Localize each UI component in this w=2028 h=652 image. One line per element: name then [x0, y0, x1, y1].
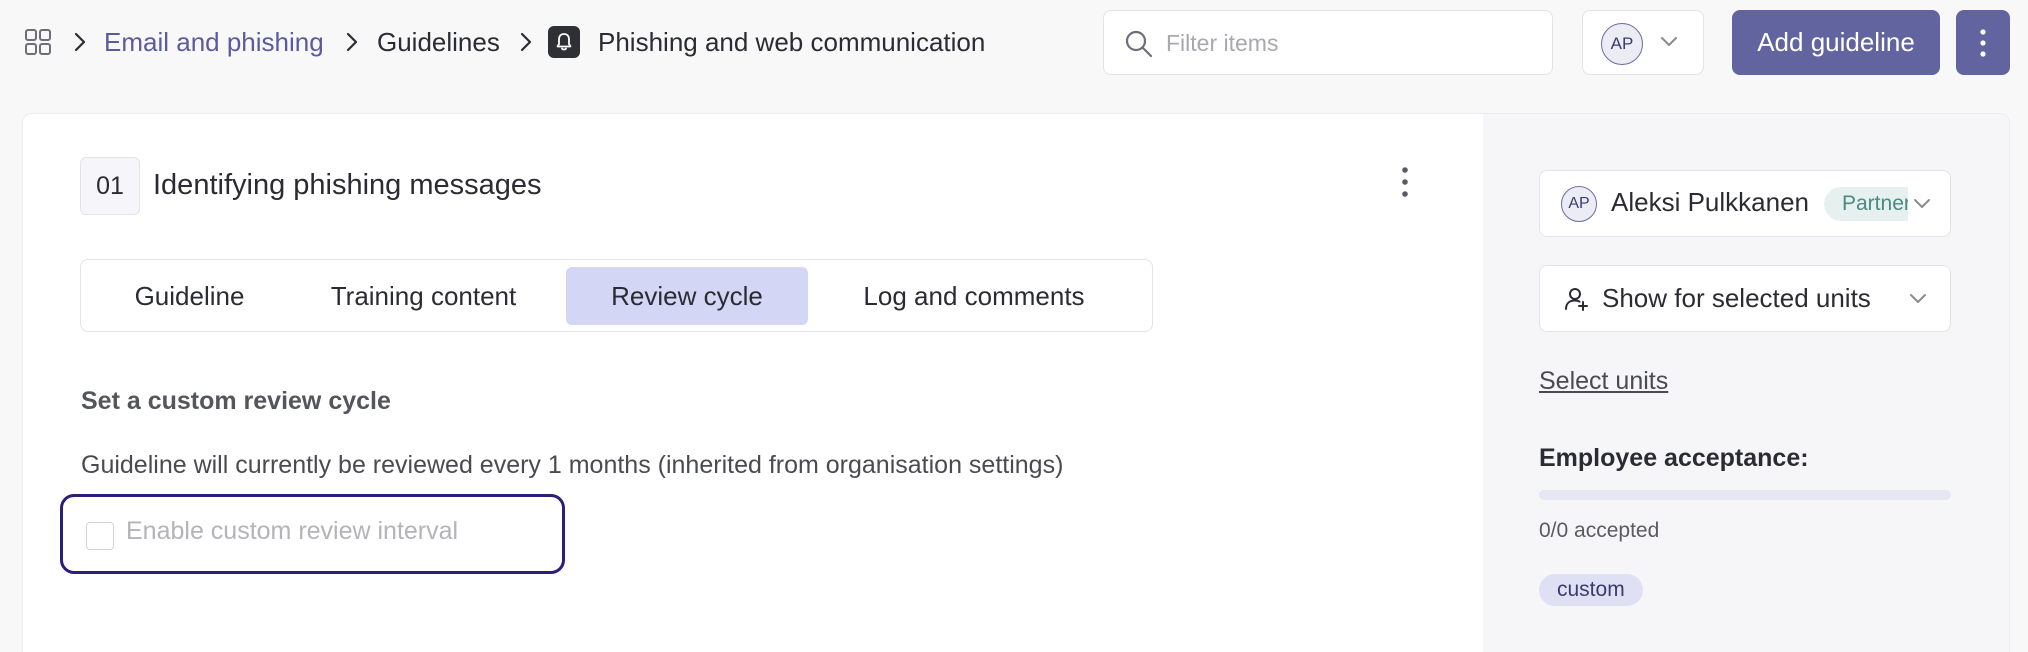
review-info-text: Guideline will currently be reviewed eve…: [81, 451, 1064, 479]
custom-interval-checkbox[interactable]: [86, 522, 114, 550]
user-menu-button[interactable]: AP: [1582, 10, 1704, 75]
bell-icon: [548, 26, 580, 58]
section-title: Set a custom review cycle: [81, 387, 391, 415]
add-guideline-button[interactable]: Add guideline: [1732, 10, 1940, 75]
tab-bar: Guideline Training content Review cycle …: [80, 259, 1153, 332]
chevron-down-icon: [1910, 294, 1926, 303]
user-plus-icon: [1565, 288, 1588, 311]
avatar: AP: [1561, 186, 1597, 222]
visibility-select[interactable]: Show for selected units: [1539, 265, 1951, 332]
acceptance-progress-bar: [1539, 490, 1951, 500]
chevron-right-icon: [346, 32, 358, 52]
tab-guideline[interactable]: Guideline: [88, 267, 291, 325]
guideline-card: 01 Identifying phishing messages Guideli…: [22, 113, 2010, 652]
custom-interval-label[interactable]: Enable custom review interval: [126, 517, 458, 546]
role-badge: Partner: [1824, 187, 1908, 221]
custom-interval-option[interactable]: Enable custom review interval: [60, 494, 565, 574]
breadcrumb-section-link[interactable]: Email and phishing: [104, 24, 324, 60]
grid-icon[interactable]: [24, 28, 52, 56]
guideline-number: 01: [80, 157, 140, 215]
search-input[interactable]: [1166, 25, 1536, 61]
more-vertical-icon[interactable]: [1393, 164, 1417, 200]
owner-select[interactable]: AP Aleksi Pulkkanen Partner: [1539, 170, 1951, 237]
role-badge-container: Partner: [1824, 187, 1908, 221]
guideline-title: Identifying phishing messages: [153, 169, 542, 201]
more-actions-button[interactable]: [1956, 10, 2010, 75]
accepted-count: 0/0 accepted: [1539, 519, 1660, 542]
breadcrumb-current-page: Phishing and web communication: [598, 27, 986, 57]
chevron-right-icon: [520, 32, 532, 52]
acceptance-title: Employee acceptance:: [1539, 444, 1809, 472]
more-vertical-icon: [1980, 29, 1986, 57]
search-icon: [1125, 30, 1153, 58]
chevron-down-icon: [1914, 199, 1930, 208]
tab-training-content[interactable]: Training content: [291, 267, 556, 325]
chevron-right-icon: [74, 32, 86, 52]
breadcrumb-category-link[interactable]: Guidelines: [377, 24, 500, 60]
top-bar: Email and phishing Guidelines Phishing a…: [0, 0, 2028, 84]
details-sidebar: AP Aleksi Pulkkanen Partner Show for sel…: [1483, 114, 2009, 652]
avatar: AP: [1601, 23, 1643, 65]
search-box: [1103, 10, 1553, 75]
custom-tag: custom: [1539, 574, 1643, 606]
owner-name: Aleksi Pulkkanen: [1611, 187, 1809, 217]
visibility-label: Show for selected units: [1602, 283, 1871, 313]
chevron-down-icon: [1661, 37, 1677, 46]
select-units-link[interactable]: Select units: [1539, 367, 1668, 396]
tab-review-cycle[interactable]: Review cycle: [566, 267, 808, 325]
tab-log-and-comments[interactable]: Log and comments: [818, 267, 1130, 325]
